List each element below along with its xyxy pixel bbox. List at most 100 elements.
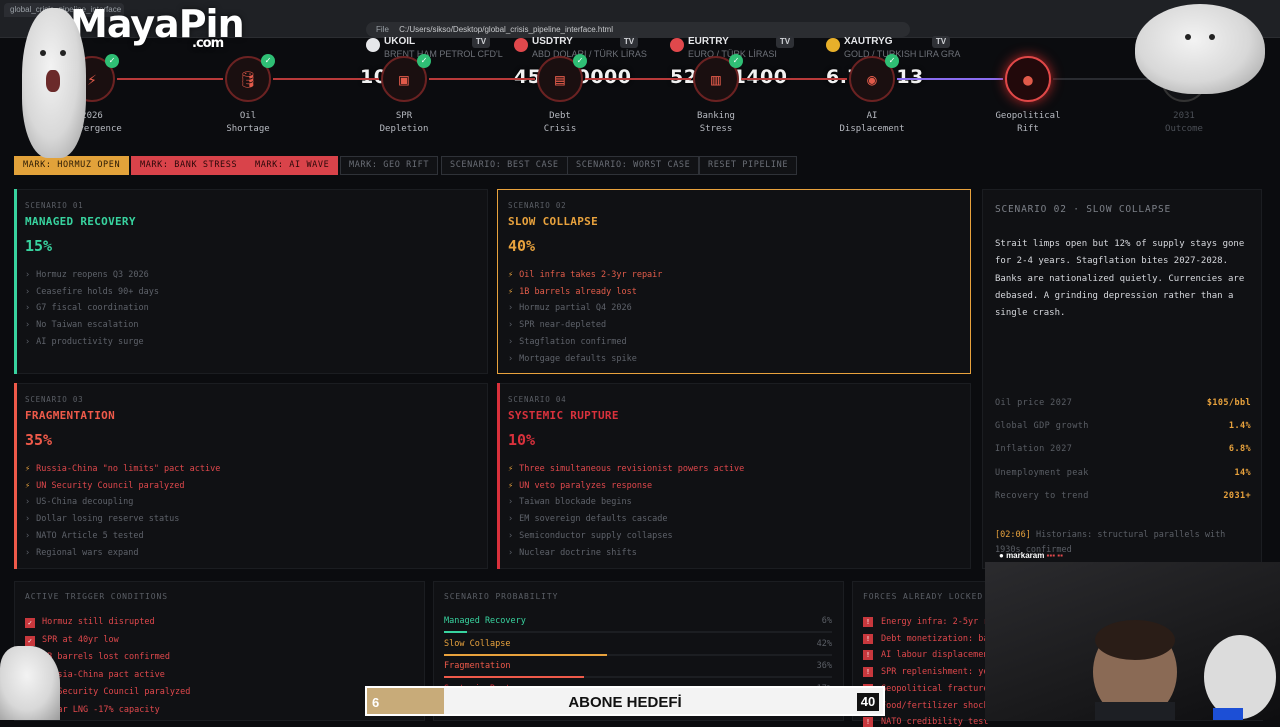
- stage-icon: ◉: [867, 69, 877, 89]
- scenario-accent-bar: [14, 189, 17, 374]
- checkbox-checked-icon: ✓: [25, 618, 35, 628]
- scenario-card-2[interactable]: SCENARIO 02 SLOW COLLAPSE 40% ⚡ Oil infra ta…: [497, 189, 971, 374]
- forces-heading: FORCES ALREADY LOCKED IN: [863, 592, 1001, 601]
- address-bar[interactable]: File C:/Users/sikso/Desktop/global_crisi…: [366, 22, 910, 37]
- scenario-accent-bar: [497, 383, 500, 569]
- control-button-2[interactable]: MARK: AI WAVE: [246, 156, 339, 175]
- scenario-card-3[interactable]: SCENARIO 03 FRAGMENTATION 35% ⚡ Russia-China…: [14, 383, 488, 569]
- chevron-right-icon: ›: [25, 547, 31, 558]
- trigger-heading: ACTIVE TRIGGER CONDITIONS: [25, 592, 168, 601]
- chat-badge: ● markaram ▪▪▪ ▪▪: [999, 551, 1063, 560]
- scenario-card-1[interactable]: SCENARIO 01 MANAGED RECOVERY 15% › Hormuz re…: [14, 189, 488, 374]
- streamer-silhouette: [1093, 620, 1276, 722]
- detail-heading: SCENARIO 02 · SLOW COLLAPSE: [995, 204, 1172, 215]
- url-scheme-label: File: [376, 25, 389, 34]
- pipeline-node-6[interactable]: ●: [1005, 56, 1051, 102]
- pipeline-node-2[interactable]: ▣ ✓: [381, 54, 431, 102]
- pipeline-label: Oil Shortage: [226, 111, 270, 134]
- stage-icon: 🛢: [237, 69, 259, 89]
- control-button-0[interactable]: MARK: HORMUZ OPEN: [14, 156, 130, 175]
- pipeline-node-1[interactable]: 🛢 ✓: [225, 54, 275, 102]
- control-button-5[interactable]: SCENARIO: WORST CASE: [567, 156, 700, 175]
- scenario-conditions: › Hormuz reopens Q3 2026 › Ceasefire holds …: [25, 267, 159, 351]
- scenario-detail-panel: SCENARIO 02 · SLOW COLLAPSE Strait limps…: [982, 189, 1262, 569]
- goal-target: 40: [857, 693, 879, 711]
- condition-item: › Ceasefire holds 90+ days: [25, 286, 159, 297]
- cat-overlay-left: [22, 8, 86, 158]
- scenario-percent: 15%: [25, 237, 53, 255]
- pipeline-label: AI Displacement: [839, 111, 905, 134]
- pipeline-node-4[interactable]: ▥ ✓: [693, 54, 743, 102]
- stat-label: Global GDP growth: [995, 421, 1089, 432]
- scenario-conditions: ⚡ Three simultaneous revisionist powers a…: [508, 461, 744, 561]
- pipeline-connector: [1053, 78, 1159, 80]
- pipeline-node-5[interactable]: ◉ ✓: [849, 54, 899, 102]
- chevron-right-icon: ›: [25, 497, 31, 508]
- stage-icon: ▤: [555, 69, 565, 89]
- tradingview-icon: TV: [620, 36, 638, 48]
- checkbox-checked-icon: ✓: [25, 635, 35, 646]
- chevron-right-icon: ›: [25, 303, 31, 314]
- check-icon: ✓: [573, 54, 587, 68]
- scenario-conditions: ⚡ Oil infra takes 2-3yr repair ⚡ 1B barrels…: [508, 267, 662, 367]
- stat-label: Recovery to trend: [995, 490, 1089, 501]
- chevron-right-icon: ›: [508, 353, 514, 364]
- check-icon: ✓: [417, 54, 431, 68]
- condition-item: ⚡ Oil infra takes 2-3yr repair: [508, 270, 663, 280]
- scenario-percent: 40%: [508, 237, 536, 255]
- probability-value: 6%: [821, 616, 832, 626]
- check-icon: ✓: [729, 54, 743, 68]
- condition-item: › SPR near-depleted: [508, 320, 607, 331]
- ticker-symbol-icon: [826, 38, 840, 52]
- force-item: ! NATO credibility test: [863, 717, 988, 727]
- scenario-card-4[interactable]: SCENARIO 04 SYSTEMIC RUPTURE 10% ⚡ Three sim…: [497, 383, 971, 569]
- ticker-symbol: USDTRY: [532, 36, 573, 47]
- control-button-1[interactable]: MARK: BANK STRESS: [131, 156, 247, 175]
- detail-stat-row: Oil price 2027 $105/bbl: [995, 398, 1251, 408]
- check-icon: ✓: [261, 54, 275, 68]
- pipeline-connector: [429, 78, 535, 80]
- probability-row: Slow Collapse 42%: [444, 638, 832, 656]
- force-item: ! SPR replenishment: years: [863, 667, 1004, 678]
- probability-value: 42%: [816, 638, 832, 649]
- probability-fill: [444, 676, 584, 678]
- ticker-symbol-icon: [670, 38, 684, 52]
- ticker-symbol: EURTRY: [688, 36, 729, 47]
- scenario-title: MANAGED RECOVERY: [25, 215, 136, 228]
- detail-stat-row: Global GDP growth 1.4%: [995, 421, 1251, 431]
- stat-label: Unemployment peak: [995, 467, 1089, 478]
- stat-value: 6.8%: [1228, 444, 1251, 455]
- probability-value: 36%: [816, 661, 832, 671]
- condition-item: › Regional wars expand: [25, 547, 139, 558]
- chevron-right-icon: ›: [508, 514, 514, 525]
- pipeline-label: Geopolitical Rift: [995, 111, 1061, 134]
- detail-description: Strait limps open but 12% of supply stay…: [995, 239, 1245, 319]
- chevron-right-icon: ›: [508, 336, 514, 347]
- control-button-3[interactable]: MARK: GEO RIFT: [340, 156, 439, 175]
- condition-item: › EM sovereign defaults cascade: [508, 514, 668, 525]
- stat-value: $105/bbl: [1206, 398, 1251, 408]
- lightning-icon: ⚡: [508, 480, 514, 491]
- probability-fill: [444, 631, 468, 633]
- condition-item: › US-China decoupling: [25, 497, 134, 508]
- control-button-6[interactable]: RESET PIPELINE: [699, 156, 798, 175]
- scenario-tag: SCENARIO 02: [508, 201, 567, 210]
- condition-item: › Mortgage defaults spike: [508, 353, 637, 364]
- stage-icon: ▥: [711, 69, 721, 89]
- condition-item: ⚡ Russia-China "no limits" pact active: [25, 464, 221, 474]
- stat-value: 1.4%: [1228, 421, 1251, 432]
- pipeline-label: Banking Stress: [697, 111, 735, 134]
- pipeline-node-3[interactable]: ▤ ✓: [537, 54, 587, 102]
- trigger-item: ✓ SPR at 40yr low: [25, 635, 119, 646]
- subscriber-goal-bar: 6 ABONE HEDEFİ 40: [365, 686, 885, 716]
- lightning-icon: ⚡: [508, 270, 514, 280]
- check-icon: ✓: [885, 54, 899, 68]
- ticker-symbol-icon: [514, 38, 528, 52]
- probability-track: [444, 653, 832, 656]
- tradingview-icon: TV: [932, 36, 950, 48]
- condition-item: ⚡ UN veto paralyzes response: [508, 480, 653, 491]
- condition-item: ⚡ UN Security Council paralyzed: [25, 480, 185, 491]
- scenario-percent: 10%: [508, 431, 536, 449]
- control-button-4[interactable]: SCENARIO: BEST CASE: [441, 156, 568, 175]
- scenario-tag: SCENARIO 03: [25, 395, 84, 404]
